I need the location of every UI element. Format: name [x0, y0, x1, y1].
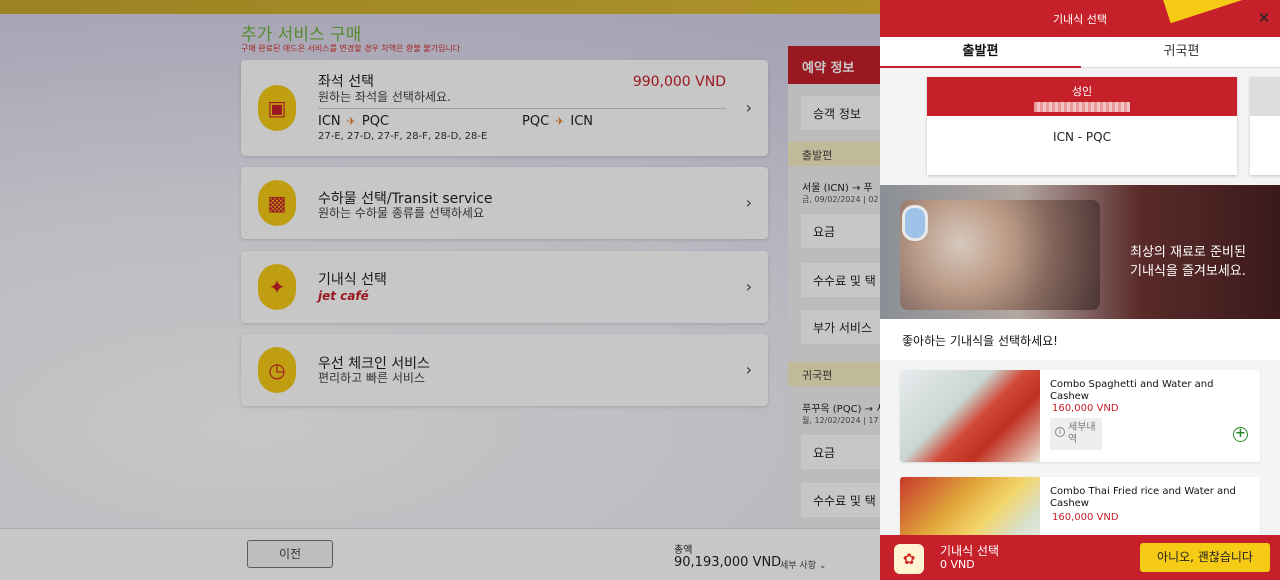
- passenger-name-redacted: [1034, 102, 1130, 112]
- passenger-route: ICN - PQC: [1053, 130, 1111, 144]
- meal-image: [900, 370, 1040, 462]
- tab-departure[interactable]: 출발편: [880, 37, 1081, 68]
- banner-line-2: 기내식을 즐겨보세요.: [1130, 264, 1246, 279]
- tab-return[interactable]: 귀국편: [1081, 37, 1280, 68]
- meal-item[interactable]: Combo Thai Fried rice and Water and Cash…: [900, 477, 1260, 535]
- panel-footer: ✿ 기내식 선택 0 VND 아니오, 괜찮습니다: [880, 535, 1280, 580]
- add-icon[interactable]: +: [1233, 427, 1248, 442]
- banner-line-1: 최상의 재료로 준비된: [1130, 245, 1246, 260]
- passenger-card[interactable]: 성인 ICN - PQC: [927, 77, 1237, 175]
- passenger-type: 성인: [1071, 85, 1093, 98]
- passenger-card-next[interactable]: [1250, 77, 1280, 175]
- footer-title: 기내식 선택: [940, 544, 1000, 558]
- footer-amount: 0 VND: [940, 558, 975, 571]
- meal-price: 160,000 VND: [1052, 403, 1119, 414]
- meal-banner-image: 최상의 재료로 준비된 기내식을 즐겨보세요.: [880, 185, 1280, 319]
- meal-item[interactable]: Combo Spaghetti and Water and Cashew 160…: [900, 370, 1260, 462]
- meal-selection-panel: 기내식 선택 ✕ 출발편 귀국편 성인 ICN - PQC 최상의 재료로 준비…: [880, 0, 1280, 580]
- meal-name: Combo Thai Fried rice and Water and Cash…: [1050, 486, 1236, 509]
- passenger-carousel: 성인 ICN - PQC: [880, 68, 1280, 185]
- meal-price: 160,000 VND: [1052, 512, 1119, 523]
- meal-basket-icon: ✿: [894, 544, 924, 574]
- panel-header: 기내식 선택: [880, 0, 1280, 37]
- panel-title: 기내식 선택: [1052, 13, 1108, 26]
- meal-name: Combo Spaghetti and Water and Cashew: [1050, 379, 1214, 402]
- meal-detail-button[interactable]: i 세부내역: [1050, 418, 1102, 450]
- meal-image: [900, 477, 1040, 535]
- decline-button[interactable]: 아니오, 괜찮습니다: [1140, 543, 1270, 572]
- banner-text: 최상의 재료로 준비된 기내식을 즐겨보세요.: [1130, 243, 1270, 281]
- modal-overlay[interactable]: [0, 0, 880, 580]
- close-icon[interactable]: ✕: [1254, 8, 1274, 28]
- info-icon: i: [1055, 427, 1065, 437]
- flight-tabs: 출발편 귀국편: [880, 37, 1280, 68]
- choose-meal-heading: 좋아하는 기내식을 선택하세요!: [902, 334, 1058, 348]
- meal-list: Combo Spaghetti and Water and Cashew 160…: [880, 360, 1280, 535]
